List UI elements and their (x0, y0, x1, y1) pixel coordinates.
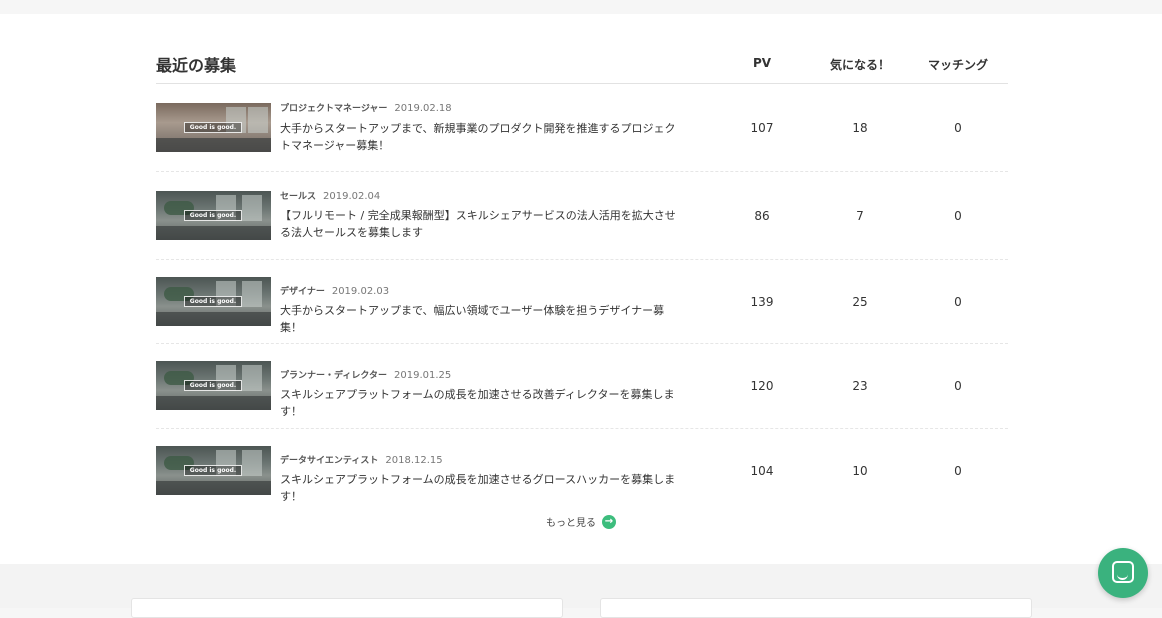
pv-count: 107 (750, 121, 774, 135)
recent-jobs-table: 最近の募集 PV 気になる！ マッチング Good is good. プロジェク… (156, 14, 1008, 529)
section-title: 最近の募集 (156, 56, 237, 75)
thumbnail-badge: Good is good. (184, 296, 242, 307)
job-title-link[interactable]: スキルシェアプラットフォームの成長を加速させる改善ディレクターを募集します！ (280, 386, 684, 420)
top-strip (0, 0, 1162, 14)
matching-count: 0 (954, 295, 962, 309)
job-meta: プランナー・ディレクター 2019.01.25 (280, 368, 451, 381)
chat-launcher-button[interactable] (1098, 548, 1148, 598)
interest-count: 10 (852, 464, 868, 478)
more-link[interactable]: もっと見る → (546, 514, 616, 529)
interest-count: 23 (852, 379, 868, 393)
table-row[interactable]: Good is good. セールス 2019.02.04 【フルリモート / 完… (156, 172, 1008, 260)
arrow-right-circle-icon: → (602, 514, 616, 529)
pv-count: 120 (750, 379, 774, 393)
job-title-link[interactable]: スキルシェアプラットフォームの成長を加速させるグロースハッカーを募集します！ (280, 471, 684, 505)
bottom-card-left (131, 598, 563, 618)
pv-count: 104 (750, 464, 774, 478)
job-date: 2019.01.25 (394, 370, 452, 381)
job-thumbnail[interactable]: Good is good. (156, 191, 271, 240)
job-title-link[interactable]: 大手からスタートアップまで、新規事業のプロダクト開発を推進するプロジェクトマネー… (280, 120, 684, 154)
job-date: 2019.02.04 (323, 191, 381, 202)
thumbnail-badge: Good is good. (184, 122, 242, 133)
pv-count: 86 (754, 209, 770, 223)
table-row[interactable]: Good is good. プロジェクトマネージャー 2019.02.18 大手か… (156, 84, 1008, 172)
job-thumbnail[interactable]: Good is good. (156, 103, 271, 152)
table-row[interactable]: Good is good. デザイナー 2019.02.03 大手からスタートアッ… (156, 260, 1008, 344)
table-row[interactable]: Good is good. データサイエンティスト 2018.12.15 スキルシ… (156, 429, 1008, 509)
interest-count: 7 (856, 209, 864, 223)
job-meta: データサイエンティスト 2018.12.15 (280, 453, 443, 466)
interest-count: 25 (852, 295, 868, 309)
job-thumbnail[interactable]: Good is good. (156, 277, 271, 326)
more-label: もっと見る (546, 518, 596, 529)
job-meta: デザイナー 2019.02.03 (280, 284, 389, 297)
matching-count: 0 (954, 464, 962, 478)
job-category: セールス (280, 192, 317, 202)
job-title-link[interactable]: 大手からスタートアップまで、幅広い領域でユーザー体験を担うデザイナー募集！ (280, 302, 684, 336)
job-thumbnail[interactable]: Good is good. (156, 446, 271, 495)
job-category: データサイエンティスト (280, 456, 379, 466)
job-meta: プロジェクトマネージャー 2019.02.18 (280, 101, 452, 114)
table-row[interactable]: Good is good. プランナー・ディレクター 2019.01.25 スキル… (156, 344, 1008, 429)
column-header-matching: マッチング (927, 58, 988, 72)
job-meta: セールス 2019.02.04 (280, 189, 380, 202)
pv-count: 139 (750, 295, 774, 309)
matching-count: 0 (954, 121, 962, 135)
column-header-pv: PV (752, 56, 772, 70)
interest-count: 18 (852, 121, 868, 135)
bottom-card-right (600, 598, 1032, 618)
job-title-link[interactable]: 【フルリモート / 完全成果報酬型】スキルシェアサービスの法人活用を拡大させる法… (280, 207, 684, 241)
matching-count: 0 (954, 379, 962, 393)
job-category: プランナー・ディレクター (280, 371, 388, 381)
job-thumbnail[interactable]: Good is good. (156, 361, 271, 410)
recent-jobs-panel: 最近の募集 PV 気になる！ マッチング Good is good. プロジェク… (0, 14, 1162, 564)
table-header: 最近の募集 PV 気になる！ マッチング (156, 14, 1008, 84)
thumbnail-badge: Good is good. (184, 210, 242, 221)
thumbnail-badge: Good is good. (184, 465, 242, 476)
job-date: 2019.02.18 (394, 103, 452, 114)
job-date: 2018.12.15 (385, 455, 443, 466)
column-header-interest: 気になる！ (829, 58, 890, 72)
matching-count: 0 (954, 209, 962, 223)
job-category: デザイナー (280, 287, 325, 297)
thumbnail-badge: Good is good. (184, 380, 242, 391)
job-category: プロジェクトマネージャー (280, 104, 388, 114)
chat-icon (1112, 561, 1134, 583)
job-date: 2019.02.03 (331, 286, 390, 297)
